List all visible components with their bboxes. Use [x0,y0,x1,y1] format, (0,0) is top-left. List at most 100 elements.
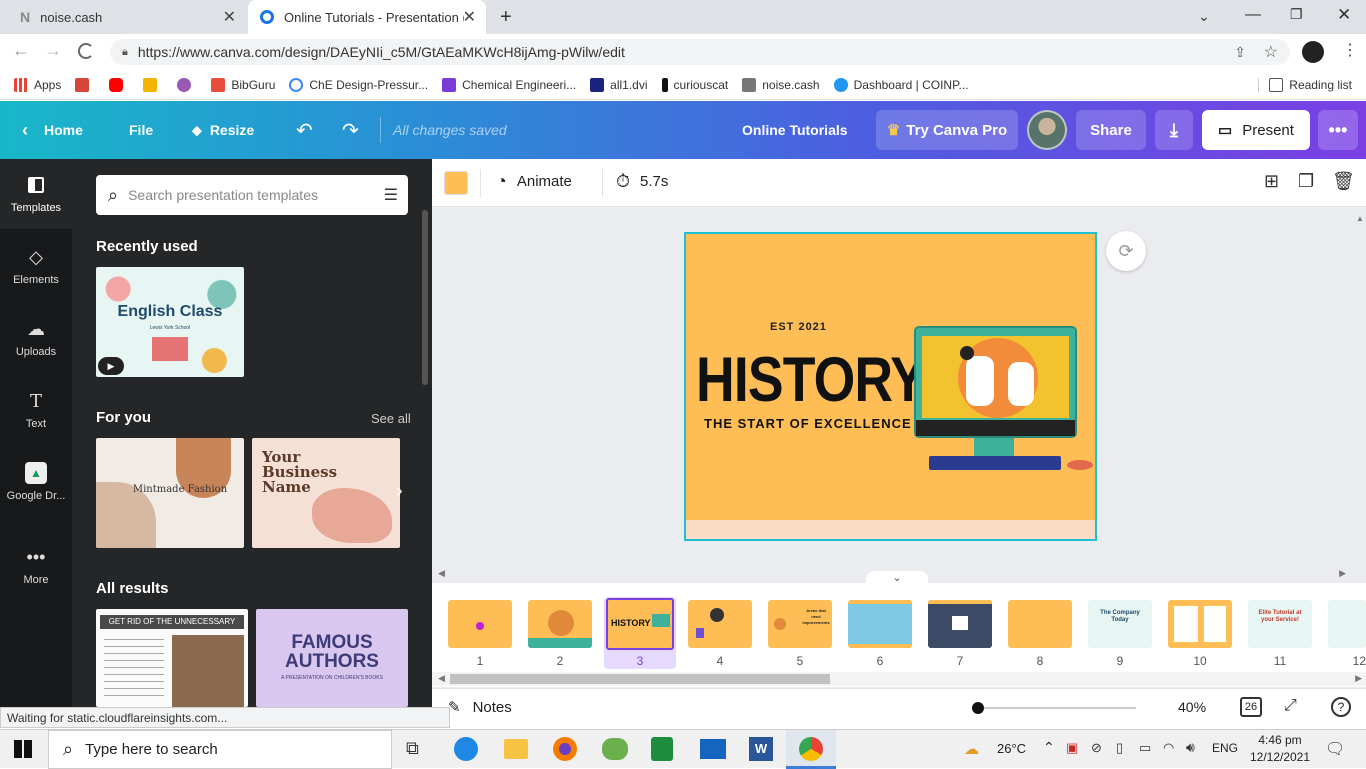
resize-button[interactable]: ⬥ Resize [192,101,254,159]
page-thumb-10[interactable] [1168,600,1232,648]
tab-noise-cash[interactable]: N noise.cash ✕ [8,0,246,34]
close-window-icon[interactable]: ✕ [1337,5,1351,25]
share-button[interactable]: Share [1076,110,1146,150]
reading-list[interactable]: Reading list [1258,77,1352,92]
zoom-slider-track[interactable] [972,707,1136,709]
try-canva-pro-button[interactable]: ♛ Try Canva Pro [876,110,1018,150]
slide-est-text[interactable]: EST 2021 [770,321,827,333]
scroll-right-icon[interactable]: ▶ [1339,568,1346,579]
template-mintmade[interactable]: Mintmade Fashion [96,438,244,548]
url-bar[interactable]: 🔒︎ https://www.canva.com/design/DAEyNIi_… [110,39,1290,65]
template-business[interactable]: Your Business Name [252,438,400,548]
bookmark-3[interactable] [143,77,163,92]
weather-temp[interactable]: 26°C [997,741,1026,756]
animate-button[interactable]: ◔ Animate [496,171,572,192]
notes-button[interactable]: ✎ Notes [448,698,512,717]
input-language[interactable]: ENG [1212,741,1238,755]
bookmark-chemical-eng[interactable]: Chemical Engineeri... [442,77,576,92]
sheets-icon[interactable] [651,737,673,761]
rail-uploads[interactable]: ☁ Uploads [0,303,72,373]
see-all-link[interactable]: See all [371,411,411,426]
monitor-illustration[interactable] [914,326,1077,438]
firefox-icon[interactable] [553,737,577,761]
page-thumb-7[interactable] [928,600,992,648]
tray-expand-icon[interactable]: ⌃ [1043,739,1055,756]
clock-date[interactable]: 12/12/2021 [1248,750,1312,764]
document-title[interactable]: Online Tutorials [742,101,848,159]
stage-scrollbar[interactable]: ▲ [1354,210,1366,565]
add-page-icon[interactable]: ⊞ [1264,171,1279,192]
page-thumb-12[interactable] [1328,600,1366,648]
template-english-class[interactable]: English Class Lewis York School ▶ [96,267,244,377]
taskbar-search-input[interactable]: ⌕ Type here to search [48,730,392,769]
chrome-taskbar-button[interactable] [786,730,836,769]
bookmark-curiouscat[interactable]: curiouscat [661,77,728,92]
filmstrip-scrollbar[interactable]: ◀ ▶ [432,672,1366,686]
bookmark-apps[interactable]: Apps [14,77,61,92]
play-icon[interactable]: ▶ [98,357,124,375]
bookmark-bibguru[interactable]: BibGuru [211,77,275,92]
rail-elements[interactable]: ◇ Elements [0,231,72,301]
page-count-button[interactable]: 26 [1240,697,1262,717]
bookmark-messenger[interactable] [177,77,197,92]
panel-scrollbar[interactable] [422,210,428,385]
more-options-icon[interactable]: ••• [1318,110,1358,150]
bookmark-youtube[interactable] [109,77,129,92]
scroll-up-icon[interactable]: ▲ [1356,214,1364,223]
slide-subtitle[interactable]: THE START OF EXCELLENCE [704,416,912,431]
undo-icon[interactable]: ↶ [296,101,313,159]
page-thumb-9[interactable]: The Company Today [1088,600,1152,648]
windows-start-icon[interactable] [14,740,32,758]
page-thumb-3[interactable]: HISTORY [606,598,674,650]
bookmark-all1[interactable]: all1.dvi [590,77,648,92]
browser-menu-icon[interactable]: ⋮ [1342,40,1358,60]
tab-canva[interactable]: Online Tutorials - Presentation (4... ✕ [248,0,486,34]
template-search-input[interactable]: ⌕ Search presentation templates ☰ [96,175,408,215]
page-thumb-2[interactable] [528,600,592,648]
word-icon[interactable]: W [749,737,773,761]
timing-button[interactable]: ⏱︎ 5.7s [616,171,668,192]
slide-title[interactable]: HISTORY [696,344,926,416]
bookmark-che-design[interactable]: ChE Design-Pressur... [289,77,428,92]
present-button[interactable]: ▭ Present [1202,110,1310,150]
scroll-left-icon[interactable]: ◀ [438,673,445,684]
rail-google-drive[interactable]: ▲ Google Dr... [0,447,72,517]
profile-avatar[interactable] [1302,41,1324,63]
rail-templates[interactable]: Templates [0,159,72,229]
close-tab-icon[interactable]: ✕ [463,7,476,27]
forward-icon[interactable]: → [44,40,62,61]
scroll-right-icon[interactable]: ▶ [1355,673,1362,684]
rail-more[interactable]: ••• More [0,531,72,601]
carousel-next-icon[interactable]: › [396,480,403,503]
template-famous-authors[interactable]: FAMOUS AUTHORS A PRESENTATION ON CHILDRE… [256,609,408,707]
user-avatar[interactable] [1027,110,1067,150]
share-page-icon[interactable]: ⇪ [1234,44,1246,61]
collapse-filmstrip-icon[interactable]: ⌄ [866,571,928,585]
delete-page-icon[interactable]: 🗑︎ [1332,171,1355,192]
tray-device-icon[interactable]: ▯ [1116,740,1123,756]
page-thumb-4[interactable] [688,600,752,648]
add-comment-icon[interactable]: ⟳ [1106,231,1146,271]
redo-icon[interactable]: ↷ [342,101,359,159]
app-icon[interactable] [602,738,628,760]
restore-icon[interactable]: ❐ [1290,6,1303,23]
background-color-swatch[interactable] [444,171,468,195]
bookmark-coinp[interactable]: Dashboard | COINP... [833,77,969,92]
task-view-icon[interactable]: ⧉ [406,738,419,759]
bookmark-noise-cash[interactable]: noise.cash [742,77,820,92]
help-button[interactable]: ? [1331,697,1351,717]
bookmark-gmail[interactable] [75,77,95,92]
back-icon[interactable]: ← [12,40,30,61]
rail-text[interactable]: T Text [0,375,72,445]
page-thumb-1[interactable] [448,600,512,648]
fullscreen-icon[interactable]: ⤢ [1284,697,1297,715]
close-tab-icon[interactable]: ✕ [223,7,236,27]
home-button[interactable]: ‹ Home [22,101,83,159]
file-explorer-icon[interactable] [504,739,528,759]
slide-canvas[interactable]: EST 2021 HISTORY THE START OF EXCELLENCE [684,232,1097,541]
tab-search-icon[interactable]: ⌄ [1198,8,1210,25]
zoom-level[interactable]: 40% [1178,699,1206,715]
template-get-rid[interactable]: GET RID OF THE UNNECESSARY [96,609,248,707]
zoom-slider-handle[interactable] [972,702,984,714]
wifi-icon[interactable]: ◠ [1163,740,1174,756]
